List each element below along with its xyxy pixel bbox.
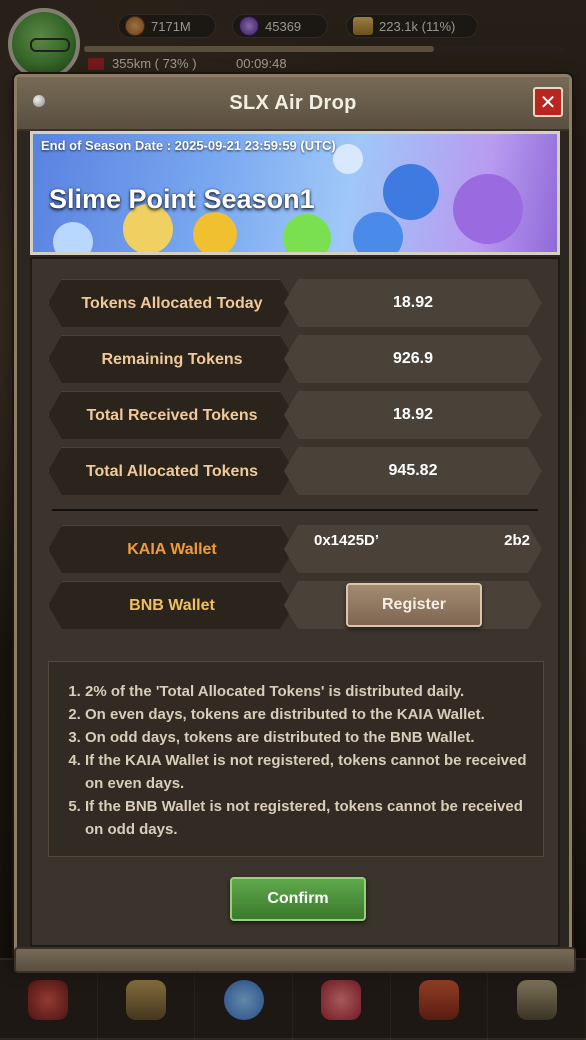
slime-icon: [453, 174, 523, 244]
kaia-wallet-address-start: 0x1425D’: [314, 531, 380, 549]
note-item: On even days, tokens are distributed to …: [85, 703, 529, 726]
rivet-icon: [33, 95, 45, 107]
stat-row: Total Received Tokens 18.92: [48, 391, 542, 439]
season-title: Slime Point Season1: [49, 184, 315, 214]
stat-row: Total Allocated Tokens 945.82: [48, 447, 542, 495]
close-button[interactable]: ✕: [533, 87, 563, 117]
bnb-wallet-row: BNB Wallet Register: [48, 581, 542, 629]
balloon-icon: [333, 144, 363, 174]
note-item: 2% of the 'Total Allocated Tokens' is di…: [85, 680, 529, 703]
stat-label: Total Received Tokens: [48, 391, 294, 439]
note-item: If the KAIA Wallet is not registered, to…: [85, 749, 529, 795]
stat-label: Tokens Allocated Today: [48, 279, 294, 327]
stat-value: 945.82: [284, 447, 542, 495]
stat-value: 18.92: [284, 391, 542, 439]
confirm-button[interactable]: Confirm: [230, 877, 366, 921]
note-item: If the BNB Wallet is not registered, tok…: [85, 795, 529, 841]
note-item: On odd days, tokens are distributed to t…: [85, 726, 529, 749]
stat-label: Remaining Tokens: [48, 335, 294, 383]
dialog-title: SLX Air Drop: [229, 91, 357, 114]
airdrop-dialog: SLX Air Drop ✕ End of Season Date : 2025…: [14, 74, 576, 973]
stat-label: Total Allocated Tokens: [48, 447, 294, 495]
kaia-wallet-label: KAIA Wallet: [48, 525, 294, 573]
season-end-date: End of Season Date : 2025-09-21 23:59:59…: [41, 138, 336, 153]
slime-icon: [383, 164, 439, 220]
stat-value: 18.92: [284, 279, 542, 327]
bnb-wallet-label: BNB Wallet: [48, 581, 294, 629]
season-banner: End of Season Date : 2025-09-21 23:59:59…: [30, 131, 560, 255]
kaia-wallet-row: KAIA Wallet 0x1425D’ 2b2: [48, 525, 542, 573]
content-panel: Tokens Allocated Today 18.92 Remaining T…: [30, 257, 560, 947]
slime-icon: [283, 214, 331, 252]
stat-row: Tokens Allocated Today 18.92: [48, 279, 542, 327]
notes-box: 2% of the 'Total Allocated Tokens' is di…: [48, 661, 544, 857]
slime-icon: [53, 222, 93, 252]
stat-row: Remaining Tokens 926.9: [48, 335, 542, 383]
kaia-wallet-address-end: 2b2: [504, 531, 530, 549]
slime-icon: [193, 212, 237, 252]
divider: [52, 509, 538, 511]
register-button[interactable]: Register: [346, 583, 482, 627]
dialog-header: SLX Air Drop ✕: [17, 77, 569, 131]
dialog-footer: [14, 947, 576, 973]
slime-icon: [353, 212, 403, 252]
stat-value: 926.9: [284, 335, 542, 383]
notes-list: 2% of the 'Total Allocated Tokens' is di…: [67, 680, 529, 841]
close-icon: ✕: [539, 91, 557, 114]
